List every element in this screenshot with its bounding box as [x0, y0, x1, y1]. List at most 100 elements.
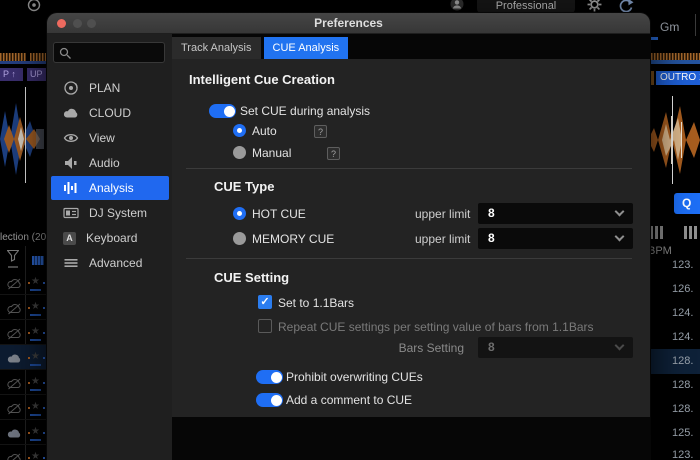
- filter-icon[interactable]: [7, 250, 19, 262]
- auto-radio[interactable]: [233, 124, 246, 137]
- hot-cue-radio[interactable]: [233, 207, 246, 220]
- waveform-detail-right[interactable]: [648, 98, 700, 182]
- sidebar-item-advanced[interactable]: Advanced: [51, 251, 169, 275]
- preferences-main: Track Analysis CUE Analysis Intelligent …: [172, 34, 650, 460]
- memory-cue-limit-dropdown[interactable]: 8: [478, 228, 633, 249]
- manual-radio-label[interactable]: Manual: [252, 146, 291, 160]
- star-icon: ★: [31, 401, 40, 412]
- bars-setting-value: 8: [488, 340, 495, 354]
- help-button[interactable]: ?: [327, 147, 340, 160]
- repeat-cue-label[interactable]: Repeat CUE settings per setting value of…: [278, 320, 594, 334]
- hot-cue-limit-dropdown[interactable]: 8: [478, 203, 633, 224]
- bpm-value: 125.: [672, 427, 700, 439]
- memory-cue-radio-label[interactable]: MEMORY CUE: [252, 232, 334, 246]
- upper-limit-label: upper limit: [415, 232, 470, 246]
- add-comment-label[interactable]: Add a comment to CUE: [286, 393, 412, 407]
- set-to-bars-label[interactable]: Set to 1.1Bars: [278, 296, 354, 310]
- cloud-off-icon: [7, 403, 22, 415]
- waveform-overview[interactable]: [648, 47, 700, 64]
- sidebar-item-label: Audio: [89, 156, 120, 170]
- cloud-off-icon: [7, 378, 22, 390]
- memory-cue-radio[interactable]: [233, 232, 246, 245]
- eye-icon: [63, 130, 79, 146]
- beat-grid-icon[interactable]: [650, 226, 666, 239]
- bpm-value: 124.: [672, 307, 700, 319]
- key-display: Gm: [660, 20, 679, 34]
- tab-bar: Track Analysis CUE Analysis: [172, 37, 348, 59]
- menu-lines-icon: [63, 255, 79, 271]
- chevron-down-icon: [615, 341, 625, 351]
- set-cue-toggle-label[interactable]: Set CUE during analysis: [240, 104, 370, 118]
- sidebar-item-view[interactable]: View: [51, 126, 169, 150]
- plan-badge[interactable]: Professional: [477, 0, 575, 13]
- gear-icon[interactable]: [587, 0, 602, 12]
- collection-header[interactable]: lection (204: [0, 232, 52, 243]
- sidebar-item-label: DJ System: [89, 206, 147, 220]
- sidebar-item-dj-system[interactable]: DJ System: [51, 201, 169, 225]
- sidebar-item-plan[interactable]: PLAN: [51, 76, 169, 100]
- prohibit-overwrite-toggle[interactable]: [256, 370, 283, 384]
- section-divider: [186, 168, 632, 169]
- bars-setting-dropdown: 8: [478, 337, 633, 358]
- hot-cue-radio-label[interactable]: HOT CUE: [252, 207, 306, 221]
- playhead: [25, 87, 26, 183]
- add-comment-toggle[interactable]: [256, 393, 283, 407]
- search-box[interactable]: [53, 42, 165, 63]
- keyboard-icon: A: [63, 232, 76, 245]
- table-row[interactable]: ★: [0, 370, 47, 395]
- bpm-value: 126.: [672, 283, 700, 295]
- sidebar-item-audio[interactable]: Audio: [51, 151, 169, 175]
- memory-cue-limit-value: 8: [488, 231, 495, 245]
- dialog-titlebar[interactable]: Preferences: [47, 13, 650, 34]
- preferences-sidebar: PLAN CLOUD View: [47, 34, 172, 460]
- app-screen: Professional Gm OUTRO 1: [0, 0, 700, 460]
- dialog-title: Preferences: [47, 13, 650, 34]
- table-row[interactable]: ★: [0, 295, 47, 320]
- manual-radio[interactable]: [233, 146, 246, 159]
- auto-radio-label[interactable]: Auto: [252, 124, 277, 138]
- sidebar-item-analysis[interactable]: Analysis: [51, 176, 169, 200]
- chevron-down-icon: [615, 232, 625, 242]
- sidebar-item-keyboard[interactable]: A Keyboard: [51, 226, 169, 250]
- account-icon[interactable]: [450, 0, 464, 12]
- cloud-icon: [7, 353, 22, 365]
- phrase-chip: UP: [27, 68, 47, 81]
- phrase-chip: P ↑: [0, 68, 23, 81]
- help-button[interactable]: ?: [314, 125, 327, 138]
- star-icon: ★: [31, 301, 40, 312]
- quantize-button[interactable]: Q: [674, 193, 700, 214]
- search-icon: [59, 47, 72, 60]
- cloud-off-icon: [7, 328, 22, 340]
- bpm-column-header[interactable]: BPM: [648, 245, 672, 257]
- table-row[interactable]: ★: [0, 445, 47, 460]
- repeat-cue-checkbox[interactable]: [258, 319, 272, 333]
- prohibit-overwrite-label[interactable]: Prohibit overwriting CUEs: [286, 370, 423, 384]
- speaker-icon: [63, 155, 79, 171]
- set-to-bars-checkbox[interactable]: ✓: [258, 295, 272, 309]
- table-row-selected[interactable]: ★: [0, 345, 47, 370]
- table-row[interactable]: ★: [0, 395, 47, 420]
- bpm-value: 128.: [672, 379, 700, 391]
- cloud-icon: [7, 428, 22, 440]
- table-row[interactable]: ★: [0, 420, 47, 445]
- table-row[interactable]: ★: [0, 270, 47, 295]
- bpm-value: 128.: [672, 355, 700, 367]
- table-row[interactable]: ★: [0, 320, 47, 345]
- waveform-detail-left[interactable]: [0, 95, 47, 183]
- section-title-cue-type: CUE Type: [214, 179, 274, 194]
- waveform-base: [0, 61, 47, 64]
- sidebar-item-label: PLAN: [89, 81, 120, 95]
- sidebar-item-label: Analysis: [89, 181, 134, 195]
- set-cue-toggle[interactable]: [209, 104, 236, 118]
- beat-grid-icon[interactable]: [684, 226, 700, 239]
- outro-phrase-label: OUTRO 1: [656, 71, 700, 85]
- tab-track-analysis[interactable]: Track Analysis: [172, 37, 261, 59]
- sidebar-item-cloud[interactable]: CLOUD: [51, 101, 169, 125]
- tab-cue-analysis[interactable]: CUE Analysis: [264, 37, 349, 59]
- bars-setting-label: Bars Setting: [388, 341, 464, 355]
- search-input[interactable]: [74, 44, 162, 61]
- bpm-value: 128.: [672, 403, 700, 415]
- redo-arrow-icon[interactable]: [617, 0, 634, 12]
- record-icon: [27, 0, 41, 12]
- hot-cue-limit-value: 8: [488, 206, 495, 220]
